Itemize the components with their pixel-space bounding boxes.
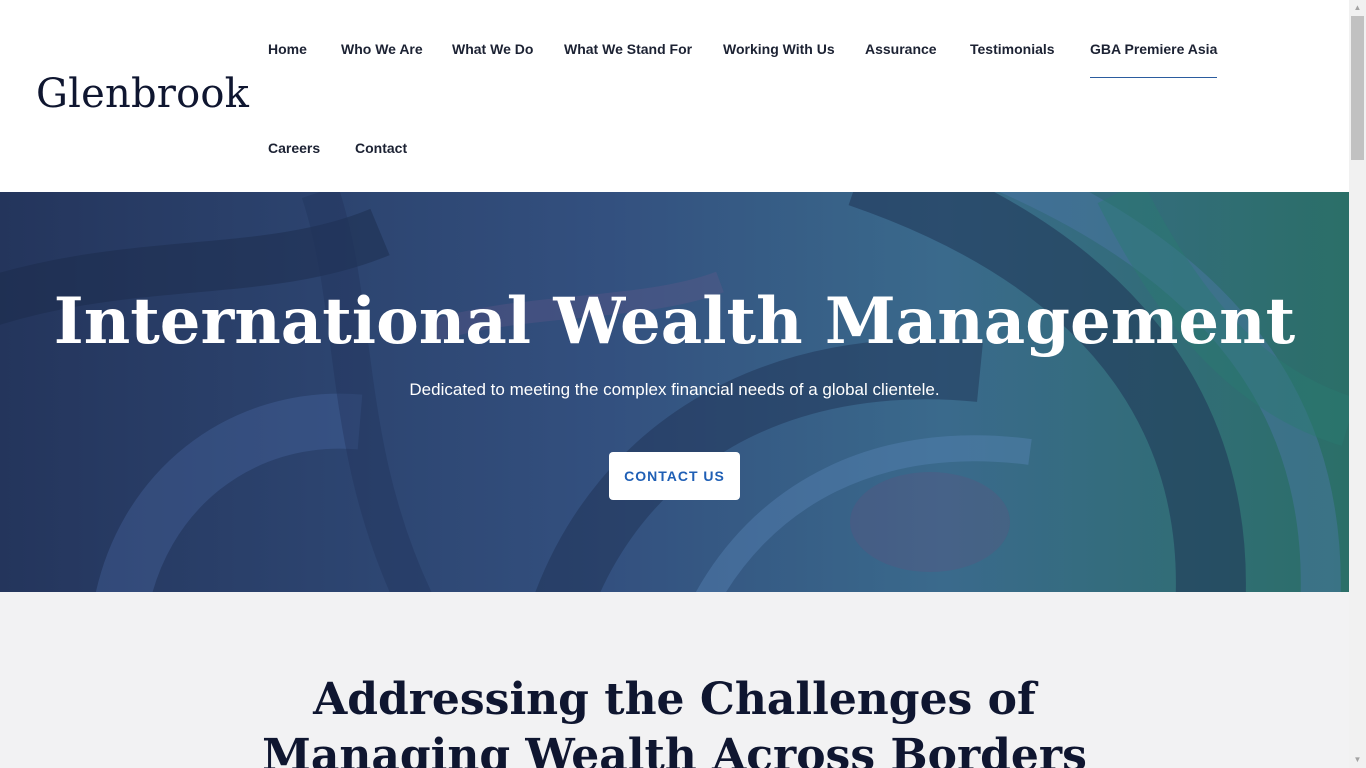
nav-who-we-are[interactable]: Who We Are bbox=[341, 39, 423, 59]
nav-contact[interactable]: Contact bbox=[355, 138, 407, 158]
nav-gba-premiere-asia[interactable]: GBA Premiere Asia bbox=[1090, 39, 1218, 78]
nav-working-with-us[interactable]: Working With Us bbox=[723, 39, 835, 59]
nav-what-we-do[interactable]: What We Do bbox=[452, 39, 533, 59]
page: Glenbrook Home Who We Are What We Do Wha… bbox=[0, 0, 1349, 768]
nav-assurance[interactable]: Assurance bbox=[865, 39, 937, 59]
section-heading-line-2: Managing Wealth Across Borders bbox=[262, 730, 1087, 768]
site-logo[interactable]: Glenbrook bbox=[36, 68, 249, 120]
hero-subtitle: Dedicated to meeting the complex financi… bbox=[409, 380, 940, 399]
site-header: Glenbrook Home Who We Are What We Do Wha… bbox=[0, 0, 1349, 192]
nav-what-we-stand-for[interactable]: What We Stand For bbox=[564, 39, 692, 59]
section-heading: Addressing the Challenges of Managing We… bbox=[0, 672, 1349, 768]
section-heading-line-1: Addressing the Challenges of bbox=[313, 674, 1036, 725]
scrollbar-thumb[interactable] bbox=[1351, 16, 1364, 160]
scroll-down-arrow-icon[interactable]: ▼ bbox=[1349, 752, 1366, 768]
contact-us-button[interactable]: CONTACT US bbox=[609, 452, 740, 500]
hero-title: International Wealth Management bbox=[53, 284, 1296, 359]
nav-careers[interactable]: Careers bbox=[268, 138, 320, 158]
nav-home[interactable]: Home bbox=[268, 39, 307, 59]
nav-testimonials[interactable]: Testimonials bbox=[970, 39, 1055, 59]
vertical-scrollbar[interactable]: ▲ ▼ bbox=[1349, 0, 1366, 768]
scroll-up-arrow-icon[interactable]: ▲ bbox=[1349, 0, 1366, 16]
hero-banner: International Wealth Management Dedicate… bbox=[0, 192, 1349, 592]
